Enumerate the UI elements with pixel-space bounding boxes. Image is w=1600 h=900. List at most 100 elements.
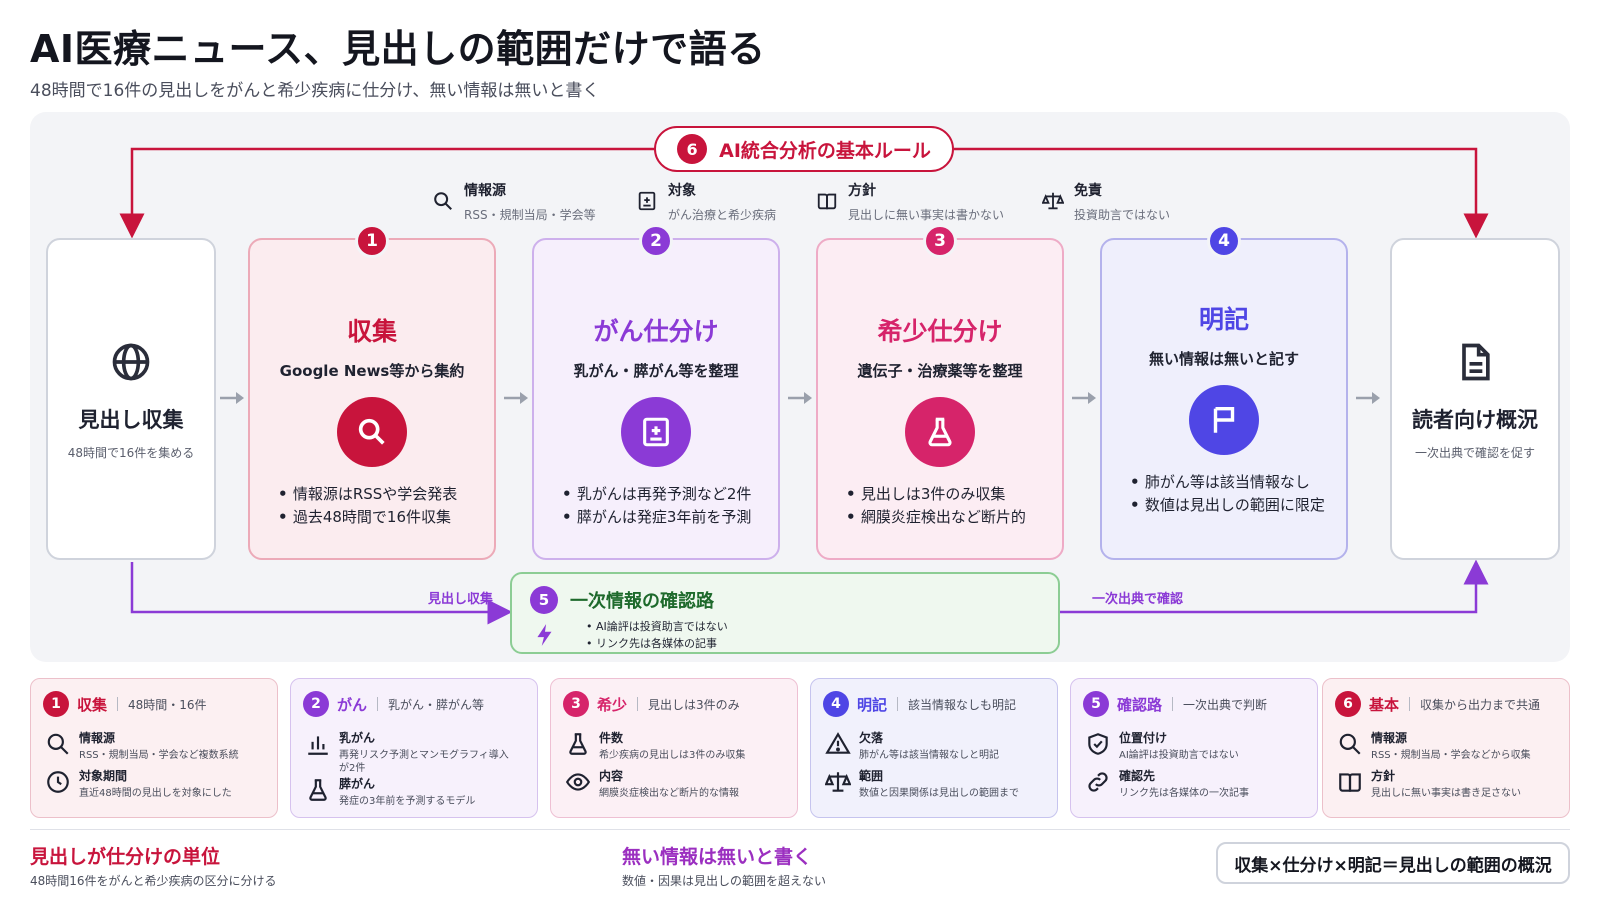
book-icon <box>1339 773 1361 792</box>
step-state-sub: 無い情報は無いと記す <box>1148 350 1299 368</box>
mini-card-state: 4 明記 該当情報なしも明記 欠落 肺がん等は該当情報なしと明記 範囲 数値と因果関係は… <box>810 678 1058 818</box>
search-icon <box>358 418 385 445</box>
lightning-icon <box>537 624 552 646</box>
mini-desc: 48時間・16件 <box>128 697 207 712</box>
footer-mid-sub: 数値・因果は見出しの範囲を超えない <box>622 874 827 888</box>
mini-row-sub: RSS・規制当局・学会などから収集 <box>1371 750 1531 761</box>
mini-row-sub: 希少疾病の見出しは3件のみ収集 <box>599 750 746 761</box>
mini-desc: 該当情報なしも明記 <box>908 697 1017 712</box>
flow-label-right: 一次出典で確認 <box>1092 592 1184 607</box>
meta-policy-title: 方針 <box>848 183 876 199</box>
mini-title: 希少 <box>597 695 628 714</box>
step-state-bullets: 肺がん等は該当情報なし 数値は見出しの範囲に限定 <box>1130 471 1346 517</box>
mini-desc: 一次出典で判断 <box>1183 697 1268 712</box>
step-rare-number: 3 <box>923 224 957 258</box>
mini-number: 1 <box>43 691 69 717</box>
eye-icon <box>565 773 591 791</box>
page-subtitle: 48時間で16件の見出しをがんと希少疾病に仕分け、無い情報は無いと書く <box>30 81 600 101</box>
clock-icon <box>47 771 69 793</box>
step-state-title: 明記 <box>1198 305 1249 334</box>
summary-formula: 収集×仕分け×明記＝見出しの範囲の概況 <box>1216 842 1570 884</box>
mini-card-cancer: 2 がん 乳がん・膵がん等 乳がん 再発リスク予測とマンモグラフィ導入が2件 膵がん発… <box>290 678 538 818</box>
mini-row-title: 方針 <box>1371 769 1396 783</box>
flask-icon <box>928 417 952 447</box>
mini-row-title: 対象期間 <box>79 769 128 783</box>
mini-desc: 見出しは3件のみ <box>648 697 740 712</box>
step-collect-bullets: 情報源はRSSや学会発表 過去48時間で16件収集 <box>278 483 494 529</box>
search-icon <box>47 733 69 755</box>
mini-row-title: 内容 <box>599 769 624 783</box>
meta-disclaimer: 免責投資助言ではない <box>1042 180 1170 223</box>
step-state: 4 明記 無い情報は無いと記す 肺がん等は該当情報なし 数値は見出しの範囲に限定 <box>1100 224 1348 560</box>
list-item: 膵がんは発症3年前を予測 <box>562 506 778 529</box>
rule-label: AI統合分析の基本ルール <box>719 139 931 162</box>
mini-row-title: 位置付け <box>1119 731 1168 745</box>
step-rare-sort: 3 希少仕分け 遺伝子・治療薬等を整理 見出しは3件のみ収集 網膜炎症検出など断… <box>816 224 1064 560</box>
step-rare-title: 希少仕分け <box>877 317 1003 346</box>
flow-label-left: 見出し収集 <box>428 592 494 607</box>
mini-card-rare: 3 希少 見出しは3件のみ 件数 希少疾病の見出しは3件のみ収集 内容 網膜炎症検出など… <box>550 678 798 818</box>
list-item: 情報源はRSSや学会発表 <box>278 483 494 506</box>
list-item: 数値は見出しの範囲に限定 <box>1130 494 1346 517</box>
step-cancer-title: がん仕分け <box>593 317 719 346</box>
mini-title: 収集 <box>77 695 108 714</box>
list-item: 乳がんは再発予測など2件 <box>562 483 778 506</box>
rule-number: 6 <box>677 134 708 164</box>
step-cancer-circle <box>621 397 691 467</box>
mini-row-title: 確認先 <box>1119 769 1156 783</box>
link-icon <box>1088 772 1108 792</box>
page-title: AI医療ニュース、見出しの範囲だけで語る <box>30 27 766 71</box>
mini-desc: 収集から出力まで共通 <box>1420 697 1541 712</box>
mini-number: 5 <box>1083 691 1109 717</box>
meta-disclaimer-title: 免責 <box>1074 183 1102 199</box>
meta-source-title: 情報源 <box>464 183 506 199</box>
headline-collection-title: 見出し収集 <box>78 408 184 432</box>
search-icon <box>1339 733 1361 755</box>
meta-policy: 方針見出しに無い事実は書かない <box>816 180 1004 223</box>
mini-row-sub: RSS・規制当局・学会など複数系統 <box>79 750 239 761</box>
document-icon <box>1462 343 1490 381</box>
footer-left-sub: 48時間16件をがんと希少疾病の区分に分ける <box>30 874 277 888</box>
footer-divider <box>30 829 1570 830</box>
mini-title: がん <box>337 695 368 714</box>
mini-number: 3 <box>563 691 589 717</box>
step-collect-sub: Google News等から集約 <box>279 362 465 380</box>
step-rare-circle <box>905 397 975 467</box>
reader-summary-title: 読者向け概況 <box>1412 408 1538 432</box>
step-cancer-bullets: 乳がんは再発予測など2件 膵がんは発症3年前を予測 <box>562 483 778 529</box>
mini-row-sub: 見出しに無い事実は書き足さない <box>1371 788 1521 799</box>
flag-icon <box>1213 406 1235 433</box>
basic-rule-badge: 6 AI統合分析の基本ルール <box>654 126 954 172</box>
footer-mid-title: 無い情報は無いと書く <box>622 846 813 868</box>
confirm-title: 一次情報の確認路 <box>570 591 714 612</box>
list-item: 網膜炎症検出など断片的 <box>846 506 1062 529</box>
mini-number: 2 <box>303 691 329 717</box>
confirm-line-2: • リンク先は各媒体の記事 <box>586 637 717 650</box>
meta-source-sub: RSS・規制当局・学会等 <box>464 208 596 222</box>
step-rare-sub: 遺伝子・治療薬等を整理 <box>857 362 1023 380</box>
meta-disclaimer-sub: 投資助言ではない <box>1074 208 1171 222</box>
meta-policy-sub: 見出しに無い事実は書かない <box>848 208 1005 222</box>
step-rare-bullets: 見出しは3件のみ収集 網膜炎症検出など断片的 <box>846 483 1062 529</box>
meta-target-title: 対象 <box>668 183 696 199</box>
mini-card-collect: 1 収集 48時間・16件 情報源 RSS・規制当局・学会など複数系統 対象期間 直近4… <box>30 678 278 818</box>
search-icon <box>434 192 452 210</box>
step-collect-circle <box>337 397 407 467</box>
list-item: 過去48時間で16件収集 <box>278 506 494 529</box>
medical-box-icon <box>638 191 656 211</box>
mini-row-sub: リンク先は各媒体の一次記事 <box>1119 788 1249 799</box>
scale-icon <box>825 772 851 792</box>
globe-icon <box>112 343 150 381</box>
step-state-number: 4 <box>1207 224 1241 258</box>
step-collect-number: 1 <box>355 224 389 258</box>
mini-row-title: 件数 <box>599 731 624 745</box>
step-cancer-sub: 乳がん・膵がん等を整理 <box>573 362 739 380</box>
reader-summary-sub: 一次出典で確認を促す <box>1414 446 1535 460</box>
mini-title: 明記 <box>857 695 888 714</box>
bar-chart-icon <box>308 736 328 755</box>
mini-desc: 乳がん・膵がん等 <box>388 697 485 712</box>
mini-title: 基本 <box>1369 695 1400 714</box>
mini-row-title: 範囲 <box>859 769 884 783</box>
step-state-circle <box>1189 385 1259 455</box>
mini-row-sub: 発症の3年前を予測するモデル <box>339 796 476 807</box>
